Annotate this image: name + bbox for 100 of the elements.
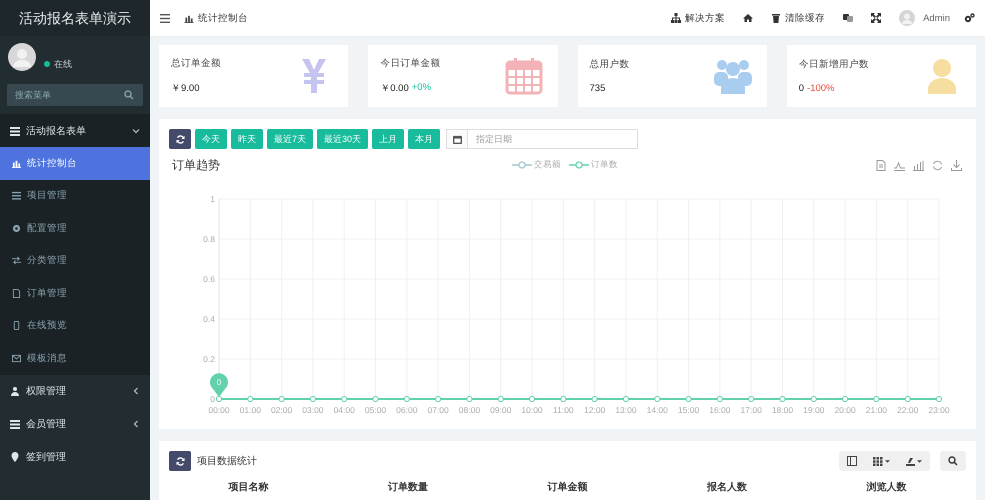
refresh-button[interactable] xyxy=(169,451,191,471)
stat-value: 735 xyxy=(590,83,606,94)
stat-label: 今日新增用户数 xyxy=(798,58,869,71)
user-menu[interactable]: Admin xyxy=(899,10,950,26)
lines-icon xyxy=(12,191,21,200)
column-header[interactable]: 浏览人数 xyxy=(806,480,966,494)
chevron-left-icon xyxy=(132,420,140,428)
sitemap-icon xyxy=(671,13,682,23)
avatar-icon xyxy=(899,10,916,26)
menu-icon[interactable] xyxy=(160,14,170,22)
x-tick-label: 16:00 xyxy=(709,405,730,415)
caret-icon xyxy=(885,460,890,462)
gear-icon xyxy=(12,224,21,233)
sitemap-link[interactable]: 解决方案 xyxy=(671,12,726,24)
x-tick-label: 20:00 xyxy=(834,405,856,415)
bar-icon xyxy=(12,158,21,168)
dashboard-tab[interactable]: 统计控制台 xyxy=(184,12,248,24)
online-status: 在线 xyxy=(54,58,72,70)
x-tick-label: 12:00 xyxy=(584,405,606,415)
table-title: 项目数据统计 xyxy=(197,454,257,468)
stat-label: 今日订单金额 xyxy=(380,57,440,70)
phone-icon xyxy=(12,321,21,330)
x-tick-label: 04:00 xyxy=(334,405,355,415)
x-tick-label: 17:00 xyxy=(740,405,762,415)
x-tick-label: 21:00 xyxy=(866,405,888,415)
submenu-item[interactable]: 分类管理 xyxy=(0,244,150,277)
x-tick-label: 03:00 xyxy=(302,405,324,415)
bar-chart-icon xyxy=(184,14,194,22)
fullscreen-icon[interactable] xyxy=(871,13,882,23)
document-icon[interactable] xyxy=(876,160,886,170)
refresh-icon xyxy=(176,456,184,466)
stat-change: -100% xyxy=(807,83,835,94)
submenu-item[interactable]: 在线预览 xyxy=(0,310,150,342)
search-icon xyxy=(948,456,958,466)
column-header[interactable]: 报名人数 xyxy=(647,480,807,494)
x-tick-label: 18:00 xyxy=(772,405,794,415)
calendar-button[interactable] xyxy=(446,129,468,149)
refresh-icon[interactable] xyxy=(932,160,943,170)
stat-value: ￥0.00 xyxy=(380,82,409,95)
x-tick-label: 00:00 xyxy=(208,405,230,415)
submenu-item[interactable]: 配置管理 xyxy=(0,212,150,244)
line-chart-icon[interactable] xyxy=(894,160,905,170)
y-tick-label: 0.2 xyxy=(203,354,215,364)
mail-icon xyxy=(12,354,21,363)
bar-chart-icon[interactable] xyxy=(913,160,924,170)
menu-search-field[interactable]: 搜索菜单 xyxy=(7,84,143,106)
stat-label: 总用户数 xyxy=(590,58,630,71)
x-tick-label: 07:00 xyxy=(428,405,449,415)
x-tick-label: 13:00 xyxy=(615,405,637,415)
refresh-button[interactable] xyxy=(169,129,191,149)
list-icon xyxy=(10,419,20,429)
caret-icon xyxy=(917,460,922,462)
calendar-icon xyxy=(452,134,462,144)
y-tick-label: 1 xyxy=(210,194,215,204)
column-header[interactable]: 订单金额 xyxy=(488,480,648,494)
y-tick-label: 0.6 xyxy=(203,274,215,284)
stat-value: ￥9.00 xyxy=(171,82,200,95)
x-tick-label: 14:00 xyxy=(646,405,668,415)
search-icon xyxy=(124,90,134,100)
submenu-item[interactable]: 统计控制台 xyxy=(0,147,150,180)
menu-item[interactable]: 会员管理 xyxy=(0,408,150,440)
data-label-pin: 0 xyxy=(210,373,228,397)
chart-title: 订单趋势 xyxy=(171,156,221,174)
menu-item[interactable]: 权限管理 xyxy=(0,374,150,408)
date-field[interactable]: 指定日期 xyxy=(468,129,638,149)
arrows-icon xyxy=(12,256,21,266)
x-tick-label: 08:00 xyxy=(458,405,480,415)
export-icon xyxy=(906,456,915,466)
submenu-item[interactable]: 订单管理 xyxy=(0,277,150,310)
avatar-icon xyxy=(8,43,36,71)
x-tick-label: 01:00 xyxy=(240,405,261,415)
menu-item[interactable]: 活动报名表单 xyxy=(0,114,150,147)
x-tick-label: 19:00 xyxy=(803,405,824,415)
file-icon xyxy=(12,288,21,298)
stat-label: 总订单金额 xyxy=(171,57,221,70)
menu-item[interactable]: 签到管理 xyxy=(0,440,150,474)
x-tick-label: 06:00 xyxy=(396,405,418,415)
x-tick-label: 11:00 xyxy=(553,405,574,415)
submenu-item[interactable]: 项目管理 xyxy=(0,180,150,212)
x-tick-label: 15:00 xyxy=(678,405,700,415)
stat-value: 0 xyxy=(798,83,804,94)
settings-icon[interactable] xyxy=(964,13,975,23)
refresh-icon xyxy=(176,134,184,144)
trash-icon xyxy=(771,13,782,23)
list-icon xyxy=(10,126,20,136)
chevron-left-icon xyxy=(132,387,140,395)
search-button[interactable] xyxy=(940,451,966,471)
y-tick-label: 0 xyxy=(210,394,215,404)
y-tick-label: 0.8 xyxy=(203,234,215,244)
column-header[interactable]: 项目名称 xyxy=(169,480,328,494)
download-icon[interactable] xyxy=(951,160,962,170)
x-tick-label: 23:00 xyxy=(928,405,950,415)
app-title: 活动报名表单演示 xyxy=(0,0,150,36)
panel-icon xyxy=(847,456,857,466)
home-icon[interactable] xyxy=(743,13,754,23)
trash-link[interactable]: 清除缓存 xyxy=(771,12,826,24)
column-header[interactable]: 订单数量 xyxy=(328,480,488,494)
submenu-item[interactable]: 模板消息 xyxy=(0,342,150,374)
x-tick-label: 02:00 xyxy=(270,405,292,415)
grid-icon xyxy=(873,456,883,466)
